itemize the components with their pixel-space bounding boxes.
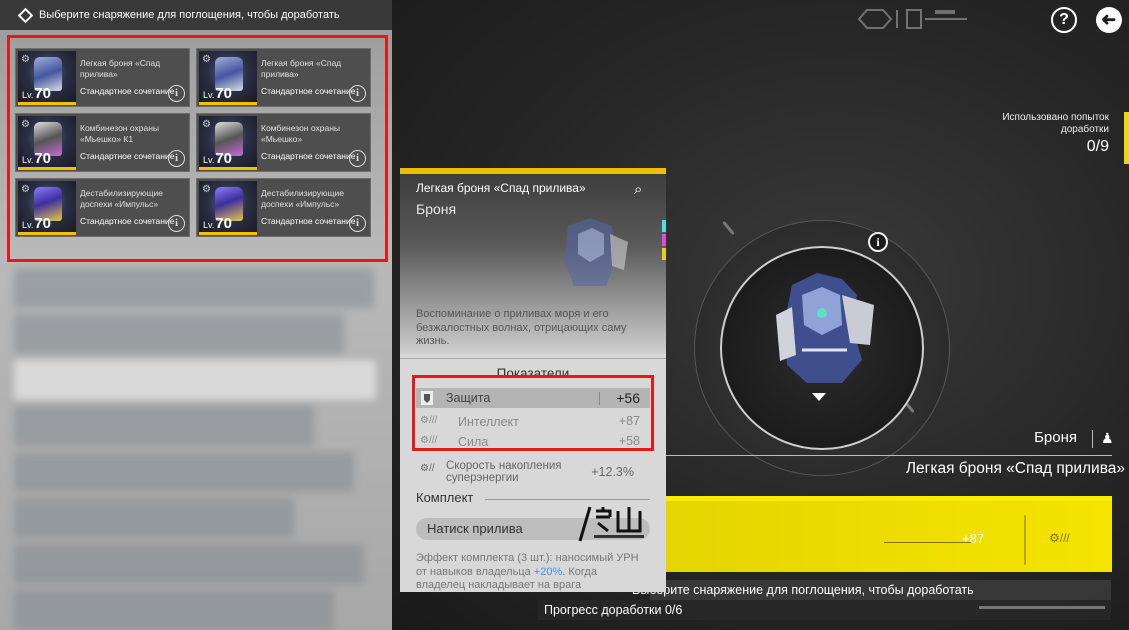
stat-icon: ⚙///	[1049, 531, 1070, 545]
color-swatch	[662, 234, 666, 246]
stats-highlight-frame	[412, 375, 654, 451]
color-swatch	[662, 220, 666, 232]
stat-icon: ⚙//	[420, 463, 435, 474]
color-swatch	[662, 248, 666, 260]
blurred-row	[14, 268, 374, 308]
blurred-row	[14, 406, 314, 446]
panel-header: Выберите снаряжение для поглощения, чтоб…	[0, 0, 392, 30]
back-button[interactable]: ➜	[1096, 7, 1122, 33]
blurred-row	[14, 498, 294, 538]
ring-tick	[722, 220, 735, 236]
blurred-row	[14, 360, 376, 400]
detail-item-name: Легкая броня «Спад прилива»	[416, 181, 586, 195]
progress-track	[979, 606, 1105, 609]
attempts-counter: Использовано попыток доработки 0/9	[979, 112, 1129, 164]
stat-value: +12.3%	[591, 465, 634, 479]
armor-preview-image	[776, 273, 874, 383]
equipment-selection-panel: Выберите снаряжение для поглощения, чтоб…	[0, 0, 392, 630]
blurred-row	[14, 314, 344, 354]
progress-bar: Прогресс доработки 0/6	[538, 600, 1111, 620]
armor-image	[564, 218, 628, 286]
divider	[485, 499, 650, 500]
divider	[400, 358, 666, 359]
chevron-down-icon	[812, 393, 826, 401]
stat-row-energy: ⚙// Скорость накопления суперэнергии +12…	[416, 460, 650, 488]
set-name: Натиск прилива	[427, 521, 523, 536]
accent-bar	[1124, 112, 1129, 164]
divider	[1092, 430, 1093, 448]
detail-category: Броня	[416, 201, 457, 217]
item-description: Воспоминание о приливах моря и его безжа…	[416, 308, 627, 347]
attempts-label: Использовано попыток доработки	[1002, 112, 1109, 135]
diamond-icon	[17, 7, 34, 23]
watermark-logo	[578, 506, 644, 542]
info-icon[interactable]: i	[868, 232, 888, 252]
armor-category-icon: ♟	[1101, 430, 1114, 446]
highlight-frame	[7, 35, 388, 262]
enhance-slot-line	[884, 523, 974, 543]
panel-header-text: Выберите снаряжение для поглощения, чтоб…	[39, 9, 340, 21]
decorative-logo	[857, 9, 967, 29]
attempts-value: 0/9	[1086, 138, 1109, 155]
enhance-value: +87	[962, 531, 985, 546]
help-button[interactable]: ?	[1051, 7, 1077, 33]
category-label: Броня	[1034, 429, 1077, 446]
enhance-panel[interactable]: +87 ⚙///	[644, 496, 1112, 572]
hint-bar: Выберите снаряжение для поглощения, чтоб…	[632, 580, 1111, 600]
set-description: Эффект комплекта (3 шт.): наносимый УРН …	[416, 552, 639, 591]
back-arrow-icon: ➜	[1101, 10, 1117, 30]
divider	[632, 455, 1112, 456]
blurred-row	[14, 590, 334, 630]
divider	[1024, 515, 1026, 565]
blurred-row	[14, 452, 354, 492]
blurred-row	[14, 544, 364, 584]
set-label: Комплект	[416, 490, 474, 505]
item-title: Легкая броня «Спад прилива»	[905, 460, 1125, 477]
inspect-icon[interactable]: ⌕	[634, 181, 656, 201]
stat-name: Скорость накопления суперэнергии	[446, 460, 562, 484]
